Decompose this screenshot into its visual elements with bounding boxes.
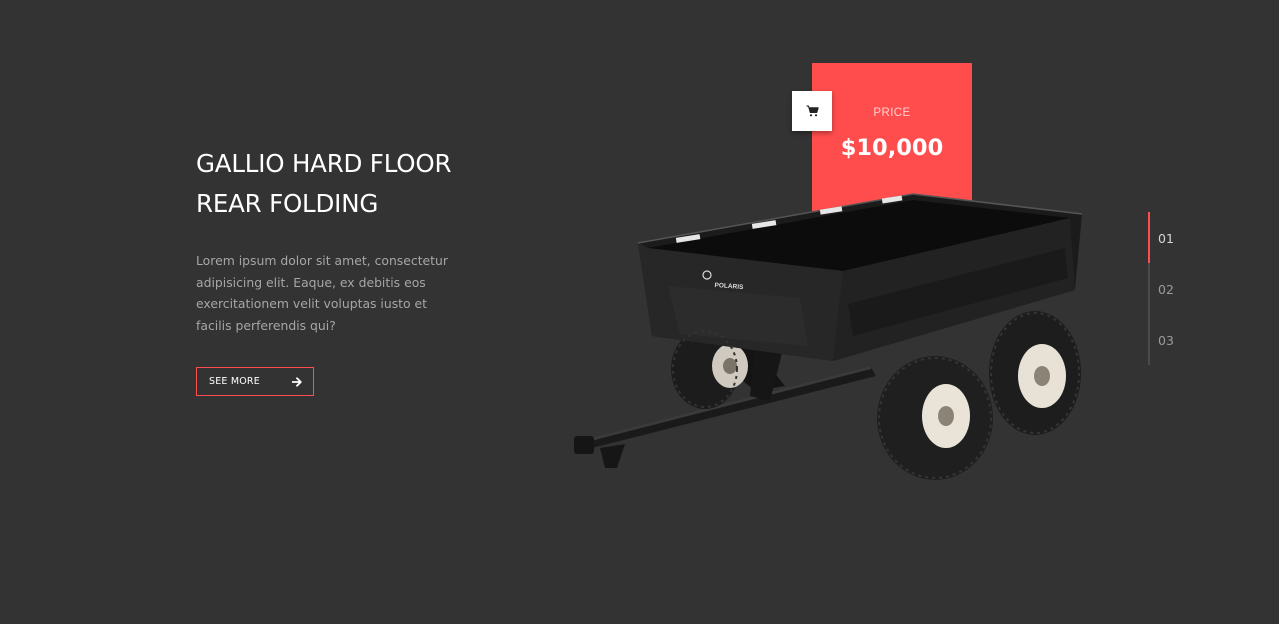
slide-item-03[interactable]: 03: [1158, 333, 1174, 348]
slide-pagination: 01 02 03: [1148, 212, 1210, 365]
product-title: GALLIO HARD FLOOR REAR FOLDING: [196, 144, 466, 224]
product-title-line-2: REAR FOLDING: [196, 189, 379, 218]
product-title-line-1: GALLIO HARD FLOOR: [196, 149, 452, 178]
slide-active-indicator: [1148, 212, 1150, 263]
price-value: $10,000: [840, 135, 944, 161]
slide-item-02[interactable]: 02: [1158, 282, 1174, 297]
arrow-right-icon: [292, 376, 302, 387]
product-description: Lorem ipsum dolor sit amet, consectetur …: [196, 253, 448, 334]
price-label: PRICE: [873, 107, 911, 119]
see-more-label: SEE MORE: [209, 376, 260, 387]
see-more-button[interactable]: SEE MORE: [196, 367, 314, 396]
slide-item-01[interactable]: 01: [1158, 231, 1174, 246]
hero-text: GALLIO HARD FLOOR REAR FOLDING Lorem ips…: [196, 144, 466, 337]
product-image-utility-cart: POLARIS: [574, 193, 1083, 480]
add-to-cart-button[interactable]: [792, 91, 832, 131]
shopping-cart-icon: [806, 105, 819, 117]
